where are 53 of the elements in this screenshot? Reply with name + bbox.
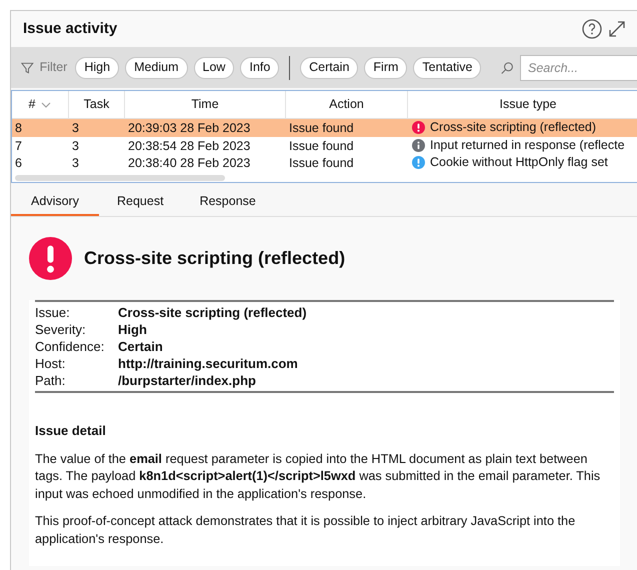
- table-cell: 3: [72, 121, 79, 135]
- help-icon[interactable]: [582, 19, 602, 39]
- detail-heading: Issue detail: [35, 422, 107, 440]
- detail-paragraph: This proof-of-concept attack demonstrates that it is possible to inject arbitrary JavaScript into the application's response.: [35, 513, 576, 548]
- filter-chip[interactable]: Medium: [125, 56, 188, 78]
- filter-chip[interactable]: High: [75, 56, 120, 78]
- table-cell: 3: [72, 156, 79, 170]
- column-header[interactable]: Issue type: [408, 91, 637, 118]
- filter-chip[interactable]: Firm: [364, 56, 408, 78]
- tab[interactable]: Request: [99, 188, 182, 216]
- table-cell-text: Cookie without HttpOnly flag set: [430, 154, 608, 172]
- filter-chip[interactable]: Tentative: [413, 56, 482, 78]
- field-label: Host:: [35, 355, 66, 372]
- filter-chip[interactable]: Certain: [300, 56, 358, 78]
- sort-caret-icon: [41, 102, 52, 108]
- table-cell: Issue found: [289, 138, 354, 152]
- field-value: Cross-site scripting (reflected): [118, 304, 307, 321]
- filter-chip[interactable]: Info: [240, 56, 280, 78]
- field-value: http://training.securitum.com: [118, 355, 298, 372]
- field-label: Severity:: [35, 321, 87, 338]
- field-value: /burpstarter/index.php: [118, 372, 256, 389]
- table-cell: 20:38:54 28 Feb 2023: [128, 138, 250, 152]
- field-label: Issue:: [35, 304, 71, 321]
- table-cell: 6: [15, 156, 22, 170]
- table-cell: 20:39:03 28 Feb 2023: [128, 121, 250, 135]
- tab[interactable]: Response: [182, 188, 274, 216]
- table-cell-text: Input returned in response (reflecte: [430, 136, 625, 154]
- field-label: Confidence:: [35, 338, 106, 355]
- filter-chip[interactable]: Low: [194, 56, 234, 78]
- table-cell: Issue found: [289, 121, 354, 135]
- detail-paragraph: The value of the email request parameter is copied into the HTML document as plain text between tags. The payload k8n1d<script>alert(1)</script>l5wxd was submitted in the email parameter. This input was echoed unmodified in the application's response.: [35, 450, 602, 503]
- column-header[interactable]: #: [12, 91, 69, 118]
- column-header[interactable]: Time: [125, 91, 286, 118]
- field-value: Certain: [118, 338, 163, 355]
- search-icon: [501, 60, 514, 76]
- table-row[interactable]: 8 3 20:39:03 28 Feb 2023 Issue found Cross-site scripting (reflected): [12, 119, 637, 136]
- table-cell: Issue found: [289, 156, 354, 170]
- table-row[interactable]: 7 3 20:38:54 28 Feb 2023 Issue found Input returned in response (reflecte: [12, 136, 637, 154]
- table-cell: 8: [15, 121, 22, 135]
- panel-title: Issue activity: [23, 18, 118, 39]
- search-field[interactable]: Search...: [520, 54, 637, 80]
- column-header[interactable]: Action: [286, 91, 408, 118]
- column-header[interactable]: Task: [69, 91, 125, 118]
- table-cell: 7: [15, 138, 22, 152]
- field-value: High: [118, 321, 147, 338]
- filter-label: Filter: [40, 59, 68, 76]
- expand-icon[interactable]: [608, 20, 626, 38]
- advisory-title: Cross-site scripting (reflected): [84, 247, 346, 270]
- table-cell: 20:38:40 28 Feb 2023: [128, 156, 250, 170]
- table-cell: 3: [72, 138, 79, 152]
- horizontal-scrollbar[interactable]: [15, 174, 225, 180]
- table-cell-text: Cross-site scripting (reflected): [430, 119, 596, 136]
- field-label: Path:: [35, 372, 66, 389]
